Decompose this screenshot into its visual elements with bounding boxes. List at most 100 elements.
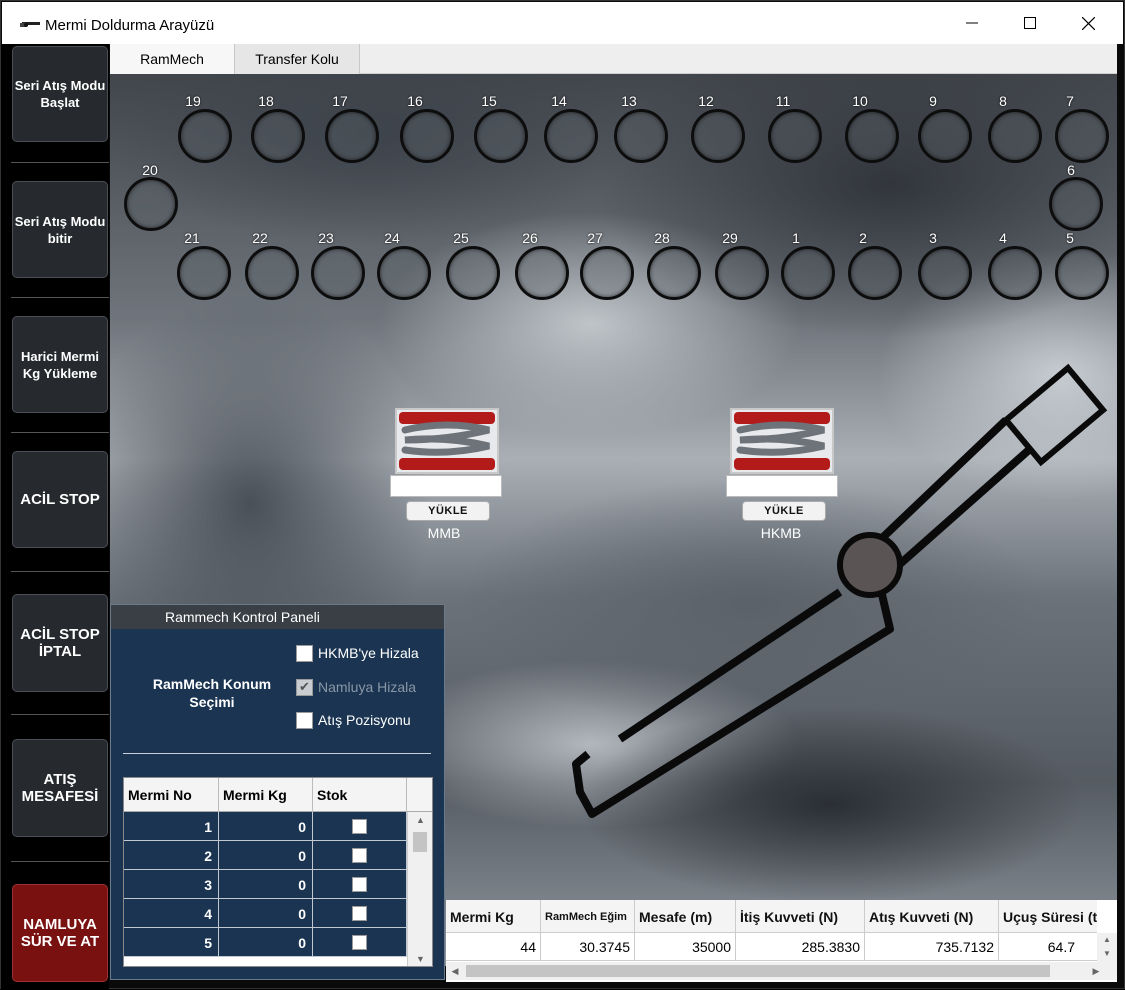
ammo-slot-11[interactable] bbox=[768, 109, 822, 163]
col-ucus-suresi[interactable]: Uçuş Süresi (t bbox=[999, 900, 1097, 933]
mmb-label: MMB bbox=[427, 525, 461, 541]
ammo-slot-29[interactable] bbox=[715, 246, 769, 300]
scroll-down-icon[interactable]: ▼ bbox=[408, 951, 432, 966]
table-row[interactable]: 20 bbox=[124, 841, 407, 870]
hkmb-load-button[interactable]: YÜKLE bbox=[742, 501, 826, 521]
ammo-slot-2[interactable] bbox=[848, 246, 902, 300]
ram-and-fire-button[interactable]: NAMLUYA SÜR VE AT bbox=[12, 884, 108, 982]
start-serial-fire-button[interactable]: Seri Atış Modu Başlat bbox=[12, 46, 108, 142]
option-align-hkmb[interactable]: HKMB'ye Hizala bbox=[296, 643, 419, 663]
title-bar[interactable]: Mermi Doldurma Arayüzü bbox=[2, 2, 1123, 44]
ammo-slot-17[interactable] bbox=[325, 109, 379, 163]
ammo-slot-27[interactable] bbox=[580, 246, 634, 300]
tab-transfer-kolu[interactable]: Transfer Kolu bbox=[235, 44, 360, 74]
table-row[interactable]: 30 bbox=[124, 870, 407, 899]
ammo-slot-23[interactable] bbox=[311, 246, 365, 300]
ammo-slot-16[interactable] bbox=[400, 109, 454, 163]
ballistics-row[interactable]: 44 30.3745 35000 285.3830 735.7132 64.7 bbox=[446, 933, 1097, 961]
ammo-slot-21[interactable] bbox=[177, 246, 231, 300]
minimize-button[interactable] bbox=[943, 2, 1001, 44]
emergency-stop-cancel-button[interactable]: ACİL STOP İPTAL bbox=[12, 594, 108, 692]
stok-checkbox[interactable] bbox=[352, 819, 367, 834]
scroll-up-icon[interactable]: ▲ bbox=[408, 812, 432, 828]
ammo-slot-label: 12 bbox=[698, 93, 714, 109]
stok-checkbox[interactable] bbox=[352, 935, 367, 950]
scroll-left-icon[interactable]: ◀ bbox=[446, 962, 464, 980]
scroll-thumb[interactable] bbox=[413, 832, 427, 852]
cell-mermi-no: 1 bbox=[124, 812, 219, 841]
col-mermi-no[interactable]: Mermi No bbox=[124, 778, 219, 812]
col-mesafe[interactable]: Mesafe (m) bbox=[635, 900, 736, 933]
ammo-slot-label: 6 bbox=[1067, 162, 1075, 178]
mmb-load-button[interactable]: YÜKLE bbox=[406, 501, 490, 521]
align-hkmb-checkbox[interactable] bbox=[296, 644, 313, 662]
table-row[interactable]: 10 bbox=[124, 812, 407, 841]
hkmb-kg-field[interactable] bbox=[726, 475, 838, 497]
ammo-slot-26[interactable] bbox=[515, 246, 569, 300]
ammo-slot-28[interactable] bbox=[647, 246, 701, 300]
ammo-slot-12[interactable] bbox=[691, 109, 745, 163]
option-fire-position[interactable]: Atış Pozisyonu bbox=[296, 710, 411, 730]
ammo-slot-6[interactable] bbox=[1049, 177, 1103, 231]
col-mermi-kg[interactable]: Mermi Kg bbox=[446, 900, 541, 933]
stok-checkbox[interactable] bbox=[352, 877, 367, 892]
stok-checkbox[interactable] bbox=[352, 848, 367, 863]
ammo-slot-25[interactable] bbox=[446, 246, 500, 300]
ammo-slot-8[interactable] bbox=[988, 109, 1042, 163]
start-serial-fire-label: Seri Atış Modu Başlat bbox=[14, 78, 106, 110]
emergency-stop-button[interactable]: ACİL STOP bbox=[12, 451, 108, 548]
ammo-slot-1[interactable] bbox=[781, 246, 835, 300]
fire-distance-button[interactable]: ATIŞ MESAFESİ bbox=[12, 739, 108, 837]
close-button[interactable] bbox=[1059, 2, 1117, 44]
stok-checkbox[interactable] bbox=[352, 906, 367, 921]
tab-rammech[interactable]: RamMech bbox=[110, 44, 235, 74]
tab-transfer-kolu-label: Transfer Kolu bbox=[255, 51, 339, 67]
ammo-slot-label: 23 bbox=[318, 230, 334, 246]
end-serial-fire-button[interactable]: Seri Atış Modu bitir bbox=[12, 181, 108, 278]
fire-position-checkbox[interactable] bbox=[296, 711, 313, 729]
ammo-slot-19[interactable] bbox=[178, 109, 232, 163]
external-load-kg-button[interactable]: Harici Mermi Kg Yükleme bbox=[12, 316, 108, 413]
col-atis-kuvveti[interactable]: Atış Kuvveti (N) bbox=[865, 900, 999, 933]
rammech-control-panel: Rammech Kontrol Paneli RamMech Konum Seç… bbox=[110, 604, 445, 980]
col-rammech-egim[interactable]: RamMech Eğim bbox=[541, 900, 635, 933]
col-mermi-kg[interactable]: Mermi Kg bbox=[219, 778, 313, 812]
col-stok[interactable]: Stok bbox=[313, 778, 407, 812]
sidebar-divider bbox=[11, 714, 109, 715]
ammo-slot-10[interactable] bbox=[845, 109, 899, 163]
close-icon bbox=[1081, 16, 1095, 30]
ammo-slot-24[interactable] bbox=[377, 246, 431, 300]
mmb-spring-icon bbox=[395, 408, 499, 474]
ammo-slot-14[interactable] bbox=[544, 109, 598, 163]
ammo-slot-22[interactable] bbox=[245, 246, 299, 300]
ammo-slot-15[interactable] bbox=[474, 109, 528, 163]
scroll-right-icon[interactable]: ▶ bbox=[1087, 962, 1105, 980]
ammo-slot-4[interactable] bbox=[988, 246, 1042, 300]
ballistics-table: Mermi Kg RamMech Eğim Mesafe (m) İtiş Ku… bbox=[446, 900, 1117, 982]
ammo-slot-label: 24 bbox=[384, 230, 400, 246]
ammo-slot-9[interactable] bbox=[918, 109, 972, 163]
ammo-slot-13[interactable] bbox=[614, 109, 668, 163]
mmb-kg-field[interactable] bbox=[390, 475, 502, 497]
cell-mermi-no: 3 bbox=[124, 870, 219, 899]
ammo-slot-7[interactable] bbox=[1055, 109, 1109, 163]
ammo-slot-18[interactable] bbox=[251, 109, 305, 163]
hscroll-thumb[interactable] bbox=[466, 965, 1050, 977]
table-row[interactable]: 50 bbox=[124, 928, 407, 957]
ammo-table-scrollbar[interactable]: ▲ ▼ bbox=[407, 812, 432, 966]
ammo-slot-5[interactable] bbox=[1055, 246, 1109, 300]
ballistics-vscroll[interactable]: ▲ ▼ bbox=[1097, 933, 1117, 962]
ballistics-hscroll[interactable]: ◀ ▶ bbox=[446, 962, 1117, 980]
ammo-slot-label: 19 bbox=[185, 93, 201, 109]
vscroll-down-icon[interactable]: ▼ bbox=[1103, 949, 1111, 958]
maximize-button[interactable] bbox=[1001, 2, 1059, 44]
ammo-slot-label: 3 bbox=[929, 230, 937, 246]
vscroll-up-icon[interactable]: ▲ bbox=[1103, 935, 1111, 944]
cell-mermi-kg: 0 bbox=[219, 812, 313, 841]
col-itis-kuvveti[interactable]: İtiş Kuvveti (N) bbox=[736, 900, 865, 933]
table-row[interactable]: 40 bbox=[124, 899, 407, 928]
ballistics-table-header: Mermi Kg RamMech Eğim Mesafe (m) İtiş Ku… bbox=[446, 900, 1097, 933]
cell-ucus-suresi: 64.7 bbox=[1047, 939, 1075, 955]
ammo-slot-3[interactable] bbox=[918, 246, 972, 300]
ammo-slot-20[interactable] bbox=[124, 177, 178, 231]
